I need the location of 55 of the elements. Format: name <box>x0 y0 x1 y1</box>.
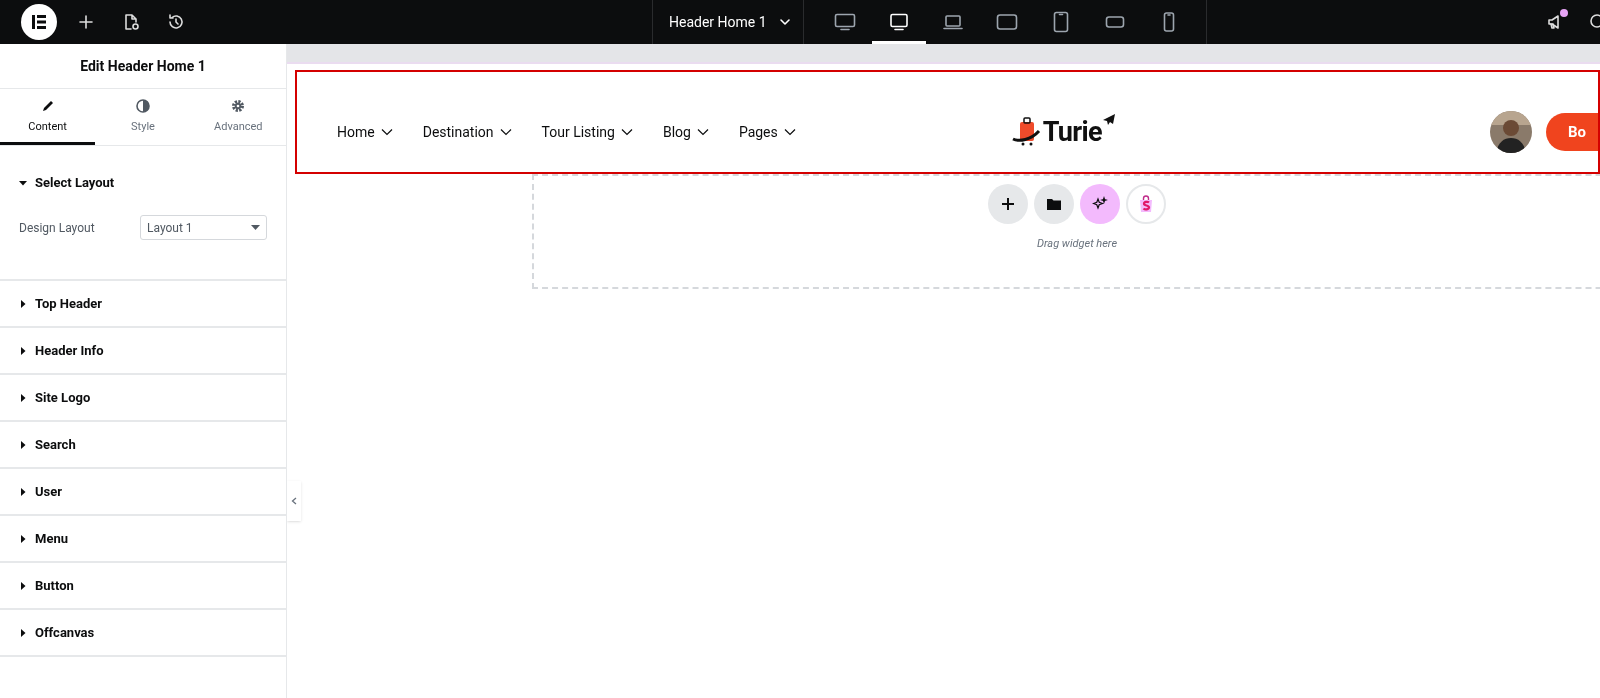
caret-right-icon <box>19 299 27 308</box>
section-header[interactable]: Search <box>0 422 286 467</box>
sparkle-icon[interactable] <box>1080 184 1120 224</box>
caret-right-icon <box>19 581 27 590</box>
contrast-icon <box>136 98 150 113</box>
airplane-icon <box>1101 113 1116 127</box>
elementor-logo[interactable] <box>21 4 57 40</box>
field-label: Design Layout <box>19 219 95 237</box>
caret-right-icon <box>19 628 27 637</box>
collapse-panel-handle[interactable] <box>287 481 301 521</box>
nav-menu-item[interactable]: Tour Listing <box>541 121 633 143</box>
caret-down-icon <box>251 224 260 231</box>
search-icon[interactable] <box>1588 13 1600 31</box>
caret-right-icon <box>19 440 27 449</box>
selected-header-section[interactable]: Home Destination Tour Listing Blog Pages Turie Bo <box>295 70 1600 174</box>
site-logo[interactable]: Turie <box>1042 118 1102 146</box>
caret-right-icon <box>19 346 27 355</box>
chevron-down-icon <box>783 128 796 136</box>
chevron-down-icon <box>499 128 512 136</box>
section-header[interactable]: Header Info <box>0 328 286 373</box>
chevron-down-icon <box>778 16 791 28</box>
panel-tab[interactable]: Content <box>0 89 96 145</box>
nav-menu-item[interactable]: Blog <box>662 121 709 143</box>
page-settings-icon[interactable] <box>122 13 140 31</box>
layout-select[interactable]: Layout 1 <box>140 215 267 240</box>
book-button[interactable]: Bo <box>1546 113 1598 151</box>
nav-menu-item[interactable]: Destination <box>422 121 512 143</box>
panel-tab[interactable]: Style <box>95 89 191 145</box>
caret-right-icon <box>19 393 27 402</box>
section-header[interactable]: Button <box>0 563 286 608</box>
add-icon[interactable] <box>78 14 94 30</box>
nav-menu-item[interactable]: Pages <box>738 121 796 143</box>
chevron-down-icon <box>620 128 633 136</box>
caret-down-icon <box>19 178 27 187</box>
section-header[interactable]: Site Logo <box>0 375 286 420</box>
section-header[interactable]: Select Layout <box>0 160 286 205</box>
panel-tab[interactable]: Advanced <box>190 89 286 145</box>
section-header[interactable]: Top Header <box>0 281 286 326</box>
caret-right-icon <box>19 534 27 543</box>
folder-icon[interactable] <box>1034 184 1074 224</box>
section-header[interactable]: Offcanvas <box>0 610 286 655</box>
section-header[interactable]: Menu <box>0 516 286 561</box>
section-header[interactable]: User <box>0 469 286 514</box>
chevron-down-icon <box>696 128 709 136</box>
panel-title: Edit Header Home 1 <box>0 44 286 89</box>
shop-bag-icon[interactable] <box>1126 184 1166 224</box>
pencil-icon <box>40 98 55 113</box>
suitcase-icon <box>1010 117 1043 147</box>
history-icon[interactable] <box>167 13 185 31</box>
caret-right-icon <box>19 487 27 496</box>
drop-zone-hint: Drag widget here <box>1036 236 1118 252</box>
nav-menu-item[interactable]: Home <box>337 121 393 143</box>
megaphone-icon[interactable] <box>1546 12 1566 32</box>
chevron-down-icon <box>380 128 393 136</box>
add-icon[interactable] <box>988 184 1028 224</box>
